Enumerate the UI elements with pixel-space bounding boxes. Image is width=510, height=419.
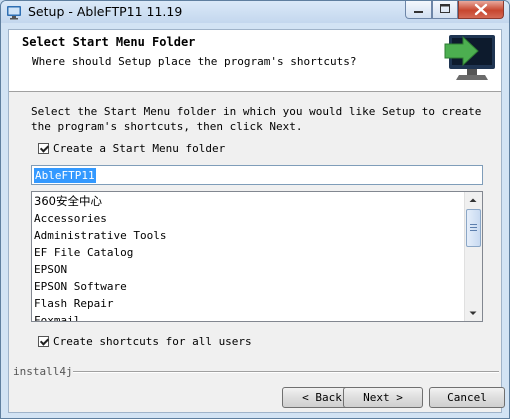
create-folder-checkbox[interactable] (38, 143, 49, 154)
list-item[interactable]: Administrative Tools (34, 227, 464, 244)
page-title: Select Start Menu Folder (22, 35, 196, 49)
window-title: Setup - AbleFTP11 11.19 (28, 4, 183, 19)
setup-window: Setup - AbleFTP11 11.19 Select Start Men… (0, 0, 510, 419)
list-item[interactable]: 360安全中心 (34, 193, 464, 210)
list-item[interactable]: EF File Catalog (34, 244, 464, 261)
all-users-label[interactable]: Create shortcuts for all users (53, 335, 252, 348)
maximize-button[interactable] (432, 1, 458, 19)
folder-list[interactable]: 360安全中心 Accessories Administrative Tools… (31, 191, 483, 322)
list-item[interactable]: EPSON (34, 261, 464, 278)
app-icon (7, 6, 21, 20)
page-subtitle: Where should Setup place the program's s… (32, 55, 357, 68)
list-item[interactable]: Flash Repair (34, 295, 464, 312)
instructions-text: Select the Start Menu folder in which yo… (31, 105, 482, 133)
folder-list-scrollbar[interactable] (464, 192, 482, 321)
minimize-button[interactable] (405, 1, 432, 19)
list-item[interactable]: Accessories (34, 210, 464, 227)
minimize-icon (414, 11, 423, 13)
wizard-header: Select Start Menu Folder Where should Se… (9, 30, 501, 92)
folder-name-input[interactable]: AbleFTP11 (31, 165, 483, 185)
scrollbar-thumb[interactable] (466, 209, 481, 247)
scroll-down-arrow-icon[interactable] (465, 305, 481, 321)
cancel-button[interactable]: Cancel (429, 387, 505, 408)
folder-name-value: AbleFTP11 (34, 168, 96, 183)
next-button[interactable]: Next > (343, 387, 423, 408)
all-users-checkbox[interactable] (38, 336, 49, 347)
footer-divider (73, 371, 499, 373)
scroll-up-arrow-icon[interactable] (465, 192, 481, 208)
maximize-icon (440, 4, 450, 13)
create-folder-label[interactable]: Create a Start Menu folder (53, 142, 225, 155)
close-button[interactable] (458, 1, 504, 19)
title-bar[interactable]: Setup - AbleFTP11 11.19 (1, 1, 509, 23)
list-item[interactable]: EPSON Software (34, 278, 464, 295)
monitor-arrow-icon (444, 35, 495, 80)
list-item[interactable]: Foxmail (34, 312, 464, 321)
close-icon (474, 3, 488, 16)
wizard-panel: Select Start Menu Folder Where should Se… (8, 29, 505, 413)
folder-list-items: 360安全中心 Accessories Administrative Tools… (34, 193, 464, 321)
installer-brand: install4j (13, 365, 73, 378)
